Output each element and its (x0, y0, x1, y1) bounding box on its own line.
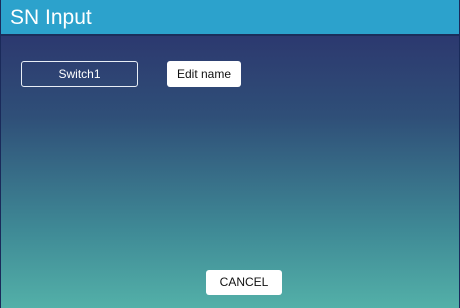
sn-input-screen: SN Input Switch1 Edit name CANCEL (0, 0, 460, 308)
page-title: SN Input (10, 6, 92, 29)
title-bar: SN Input (1, 0, 459, 36)
cancel-button[interactable]: CANCEL (206, 270, 282, 295)
edit-name-button[interactable]: Edit name (167, 61, 241, 87)
switch-name-field[interactable]: Switch1 (21, 61, 138, 87)
